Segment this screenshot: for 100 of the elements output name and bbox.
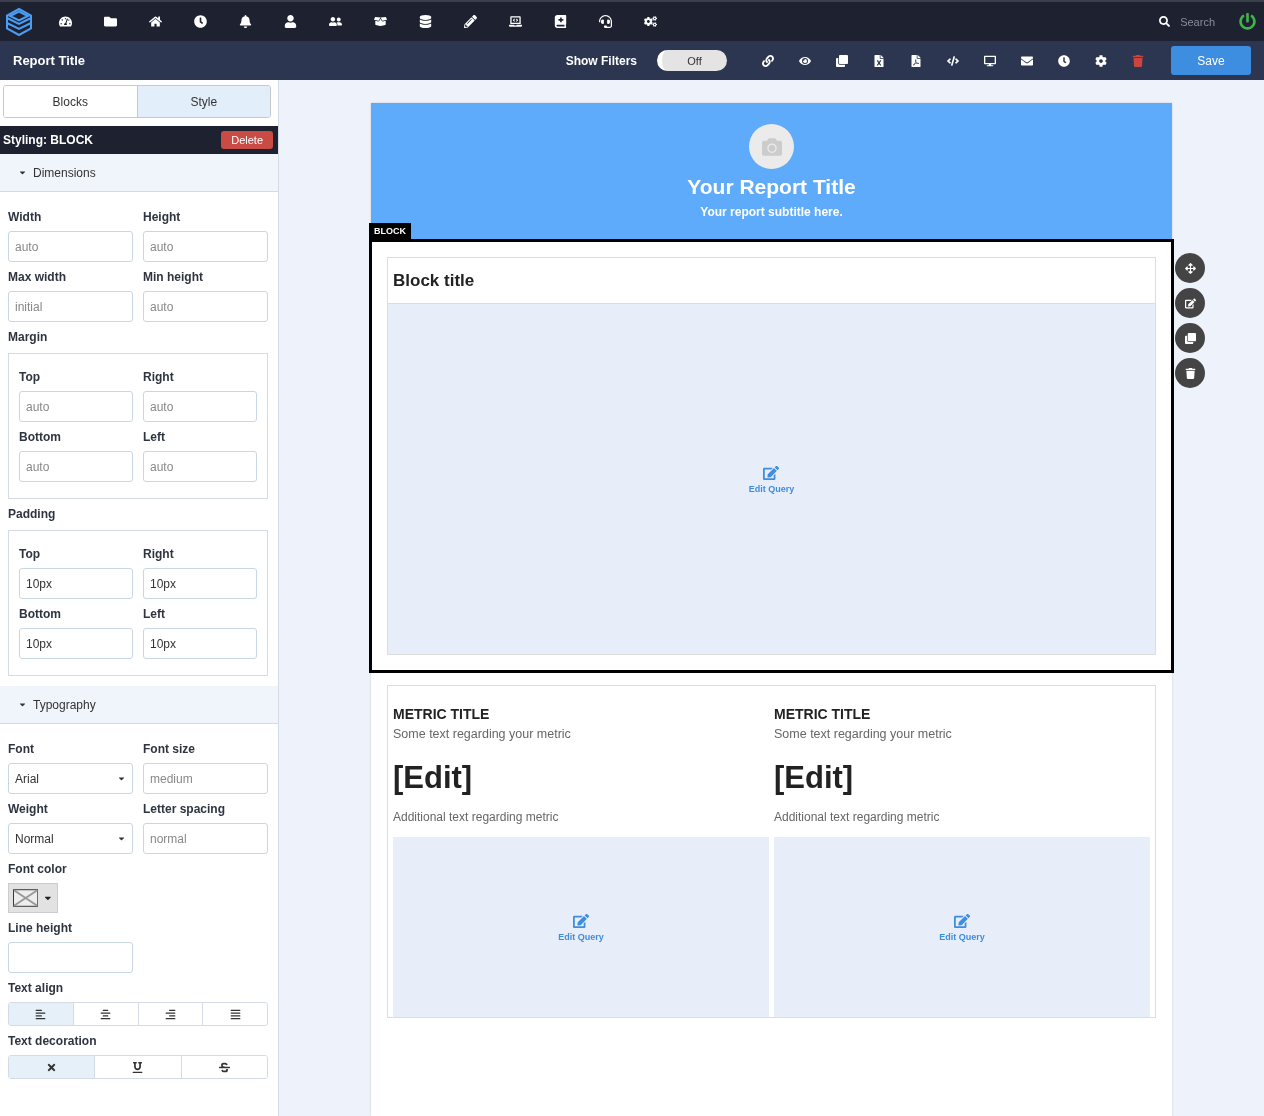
metric-note: Additional text regarding metric xyxy=(774,810,941,824)
eye-icon[interactable] xyxy=(798,54,811,67)
field-label: Width xyxy=(8,210,43,224)
field-label: Letter spacing xyxy=(143,802,227,816)
select-field[interactable]: Normal xyxy=(8,823,133,854)
bell-icon[interactable] xyxy=(239,15,252,28)
copy-button[interactable] xyxy=(1175,323,1205,353)
metric-note: Additional text regarding metric xyxy=(393,810,560,824)
select-field[interactable]: Arial xyxy=(8,763,133,794)
field-label: Bottom xyxy=(19,607,62,621)
excel-file-icon[interactable] xyxy=(872,54,885,67)
edit-icon xyxy=(763,464,780,481)
trash-icon[interactable] xyxy=(1131,54,1144,67)
settings-icon[interactable] xyxy=(644,15,657,28)
field-label: Right xyxy=(143,370,175,384)
section-header[interactable]: Typography xyxy=(0,686,278,724)
laptop-icon[interactable] xyxy=(509,15,522,28)
group-label: Margin xyxy=(8,330,49,344)
metric-value: [Edit] xyxy=(774,760,855,796)
align-justify-icon[interactable] xyxy=(202,1003,267,1025)
color-picker[interactable] xyxy=(8,883,58,913)
field-label: Weight xyxy=(8,802,49,816)
monitor-icon[interactable] xyxy=(983,54,996,67)
camera-icon xyxy=(761,136,782,157)
power-icon[interactable] xyxy=(1239,13,1256,30)
metric-text: Some text regarding your metric xyxy=(774,727,953,741)
strikethrough-icon[interactable] xyxy=(180,1056,267,1078)
input-field[interactable]: initial xyxy=(8,291,133,322)
pdf-file-icon[interactable] xyxy=(909,54,922,67)
field-label: Font xyxy=(8,742,35,756)
edit-icon xyxy=(954,912,970,929)
report-title: Report Title xyxy=(13,53,86,68)
block-tag: BLOCK xyxy=(369,223,411,239)
field-label: Font size xyxy=(143,742,196,756)
metric-title: METRIC TITLE xyxy=(393,706,491,722)
settings-icon[interactable] xyxy=(1094,54,1107,67)
field-label: Height xyxy=(143,210,182,224)
tab[interactable]: Style xyxy=(136,86,270,117)
metric-text: Some text regarding your metric xyxy=(393,727,572,741)
users-icon[interactable] xyxy=(329,15,342,28)
field-label: Min height xyxy=(143,270,204,284)
search-icon[interactable] xyxy=(1159,16,1171,27)
field-label: Text decoration xyxy=(8,1034,98,1048)
move-icon xyxy=(1184,262,1196,274)
input-field[interactable]: auto xyxy=(19,451,133,482)
metric-title: METRIC TITLE xyxy=(774,706,872,722)
database-icon[interactable] xyxy=(419,15,432,28)
clock-icon[interactable] xyxy=(194,15,207,28)
align-left-icon[interactable] xyxy=(9,1003,73,1025)
home-icon[interactable] xyxy=(149,15,162,28)
copy-icon[interactable] xyxy=(835,54,848,67)
input-field[interactable]: medium xyxy=(143,763,268,794)
section-header[interactable]: Dimensions xyxy=(0,154,278,192)
field-label: Max width xyxy=(8,270,67,284)
pencil-icon[interactable] xyxy=(464,15,477,28)
group-label: Padding xyxy=(8,507,57,521)
report-subtitle: Your report subtitle here. xyxy=(700,205,843,219)
headset-icon[interactable] xyxy=(599,15,612,28)
input-field[interactable]: auto xyxy=(143,451,257,482)
input-field[interactable]: auto xyxy=(143,391,257,422)
input-field[interactable]: 10px xyxy=(143,628,257,659)
no-color-icon xyxy=(13,889,39,907)
input-field[interactable]: auto xyxy=(19,391,133,422)
search-field[interactable]: Search xyxy=(1180,15,1215,28)
delete-button[interactable]: Delete xyxy=(221,131,273,149)
book-icon[interactable] xyxy=(554,15,567,28)
user-icon[interactable] xyxy=(284,15,297,28)
styling-title: Styling: BLOCK xyxy=(3,133,93,147)
delete-button[interactable] xyxy=(1175,358,1205,388)
report-heading: Your Report Title xyxy=(687,175,856,199)
field-label: Left xyxy=(143,607,166,621)
code-icon[interactable] xyxy=(946,54,959,67)
field-label: Right xyxy=(143,547,175,561)
input-field[interactable]: normal xyxy=(143,823,268,854)
input-field[interactable]: auto xyxy=(8,231,133,262)
field-label: Top xyxy=(19,370,42,384)
link-icon[interactable] xyxy=(761,54,774,67)
input-field[interactable]: 10px xyxy=(19,628,133,659)
caret-icon xyxy=(117,774,126,783)
field-label: Left xyxy=(143,430,166,444)
folder-icon[interactable] xyxy=(104,15,117,28)
envelope-icon[interactable] xyxy=(1020,54,1033,67)
input-field[interactable] xyxy=(8,942,133,973)
metric-value: [Edit] xyxy=(393,760,474,796)
copy-icon xyxy=(1184,332,1196,344)
logo-icon[interactable] xyxy=(5,6,33,37)
input-field[interactable]: auto xyxy=(143,291,268,322)
box-icon[interactable] xyxy=(374,15,387,28)
input-field[interactable]: 10px xyxy=(19,568,133,599)
move-button[interactable] xyxy=(1175,253,1205,283)
input-field[interactable]: 10px xyxy=(143,568,257,599)
input-field[interactable]: auto xyxy=(143,231,268,262)
filter-label: Show Filters xyxy=(565,53,637,68)
filter-toggle[interactable]: Off xyxy=(657,50,727,71)
clock-icon[interactable] xyxy=(1057,54,1070,67)
edit-button[interactable] xyxy=(1175,288,1205,318)
dashboard-icon[interactable] xyxy=(59,15,72,28)
trash-icon xyxy=(1184,367,1196,379)
edit-icon xyxy=(573,912,589,929)
edit-icon xyxy=(1184,297,1196,309)
